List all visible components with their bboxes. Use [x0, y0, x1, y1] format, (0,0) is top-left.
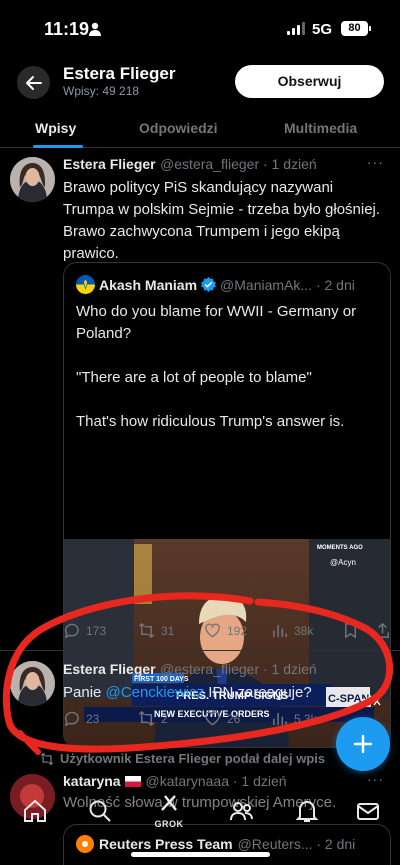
- profile-name: Estera Flieger: [63, 64, 176, 83]
- avatar-image: [10, 157, 55, 202]
- author-handle: @estera_flieger · 1 dzień: [160, 156, 317, 172]
- status-bar: 11:19 5G 80: [0, 0, 400, 58]
- profile-tabs: Wpisy Odpowiedzi Multimedia: [0, 108, 400, 148]
- ukraine-flag-avatar: [76, 275, 95, 294]
- retweet-icon: [138, 710, 155, 727]
- like-button[interactable]: 192: [204, 622, 247, 639]
- arrow-left-icon: [25, 75, 42, 90]
- tweet-header: Estera Flieger @estera_flieger · 1 dzień: [63, 156, 317, 174]
- reply-icon: [64, 623, 79, 639]
- bottom-navigation: GROK: [0, 780, 400, 840]
- share-button[interactable]: [374, 622, 391, 639]
- network-type: 5G: [312, 21, 333, 38]
- view-count: 5,3k: [294, 711, 317, 726]
- retweet-icon: [138, 622, 155, 639]
- grok-label: GROK: [154, 819, 184, 829]
- view-count: 38k: [294, 623, 314, 638]
- bookmark-icon: [345, 623, 356, 639]
- profile-header: Estera Flieger Wpisy: 49 218 Obserwuj: [0, 58, 400, 108]
- reply-count: 23: [86, 711, 100, 726]
- heart-icon: [205, 623, 220, 638]
- quote-paragraph: Who do you blame for WWII - Germany or P…: [76, 303, 357, 342]
- compose-button[interactable]: [336, 717, 390, 771]
- retweet-icon: [40, 752, 54, 765]
- heart-icon: [205, 711, 220, 726]
- retweet-button[interactable]: 2: [138, 710, 168, 727]
- mention-link[interactable]: @Cenckiewicz: [106, 684, 205, 701]
- home-indicator: [131, 852, 270, 857]
- views-icon: [273, 624, 287, 638]
- battery-icon: 80: [341, 21, 371, 36]
- avatar-image: [10, 661, 55, 706]
- quote-header: Akash Maniam @ManiamAk... · 2 dni: [76, 275, 355, 294]
- retweet-context: Użytkownik Estera Flieger podał dalej wp…: [40, 751, 325, 766]
- like-count: 26: [227, 711, 241, 726]
- quote-author-name: Akash Maniam: [99, 276, 198, 293]
- reply-button[interactable]: 23: [63, 710, 99, 727]
- tab-media[interactable]: Multimedia: [284, 120, 357, 136]
- retweet-count: 2: [161, 711, 168, 726]
- views-button[interactable]: 5,3k: [271, 710, 317, 727]
- more-options-icon[interactable]: ···: [367, 154, 384, 170]
- tab-replies[interactable]: Odpowiedzi: [139, 120, 218, 136]
- person-icon: [89, 22, 101, 36]
- like-count: 192: [227, 623, 248, 638]
- tweet-actions: 173 31 192 38k: [63, 622, 393, 642]
- avatar[interactable]: [10, 157, 55, 202]
- messages-icon[interactable]: [355, 798, 381, 824]
- tweet-text: Brawo politycy PiS skandujący nazywani T…: [63, 179, 381, 262]
- signal-icon: [287, 22, 305, 35]
- quote-paragraph: That's how ridiculous Trump's answer is.: [76, 413, 345, 430]
- author-name[interactable]: Estera Flieger: [63, 156, 156, 172]
- grok-icon: [161, 795, 177, 811]
- reply-count: 173: [86, 623, 107, 638]
- tab-posts[interactable]: Wpisy: [35, 120, 76, 136]
- follow-button[interactable]: Obserwuj: [235, 65, 384, 98]
- tweet-text-suffix: IPN zareaguje?: [204, 684, 312, 701]
- search-icon[interactable]: [87, 798, 113, 824]
- tweet[interactable]: Estera Flieger @estera_flieger · 1 dzień…: [0, 650, 400, 740]
- home-icon[interactable]: [22, 798, 48, 824]
- author-handle: @estera_flieger · 1 dzień: [160, 661, 317, 677]
- like-button[interactable]: 26: [204, 710, 240, 727]
- tweet-header: Estera Flieger @estera_flieger · 1 dzień: [63, 661, 317, 679]
- retweet-context-text: Użytkownik Estera Flieger podał dalej wp…: [60, 751, 326, 766]
- retweet-button[interactable]: 31: [138, 622, 174, 639]
- video-watermark: @Acyn: [330, 558, 356, 567]
- post-count: Wpisy: 49 218: [63, 84, 140, 98]
- tweet-text-prefix: Panie: [63, 684, 106, 701]
- share-icon: [376, 622, 389, 638]
- views-icon: [273, 712, 287, 726]
- author-name[interactable]: Estera Flieger: [63, 661, 156, 677]
- notifications-icon[interactable]: [294, 798, 320, 824]
- status-time: 11:19: [44, 19, 90, 39]
- retweet-count: 31: [161, 623, 175, 638]
- quote-text: Who do you blame for WWII - Germany or P…: [76, 301, 381, 455]
- plus-icon: [353, 734, 373, 754]
- reply-icon: [64, 711, 79, 727]
- bookmark-button[interactable]: [342, 622, 359, 639]
- quote-author-handle: @ManiamAk... · 2 dni: [220, 276, 355, 293]
- avatar[interactable]: [10, 661, 55, 706]
- back-button[interactable]: [17, 66, 50, 99]
- quote-paragraph: "There are a lot of people to blame": [76, 369, 312, 386]
- tweet-text: Panie @Cenckiewicz IPN zareaguje?: [63, 682, 383, 704]
- tweet[interactable]: Estera Flieger @estera_flieger · 1 dzień…: [0, 148, 400, 748]
- communities-icon[interactable]: [229, 798, 255, 824]
- reply-button[interactable]: 173: [63, 622, 106, 639]
- views-button[interactable]: 38k: [271, 622, 313, 639]
- grok-button[interactable]: GROK: [152, 792, 186, 829]
- verified-badge-icon: [201, 277, 217, 292]
- live-badge: MOMENTS AGO: [317, 545, 363, 551]
